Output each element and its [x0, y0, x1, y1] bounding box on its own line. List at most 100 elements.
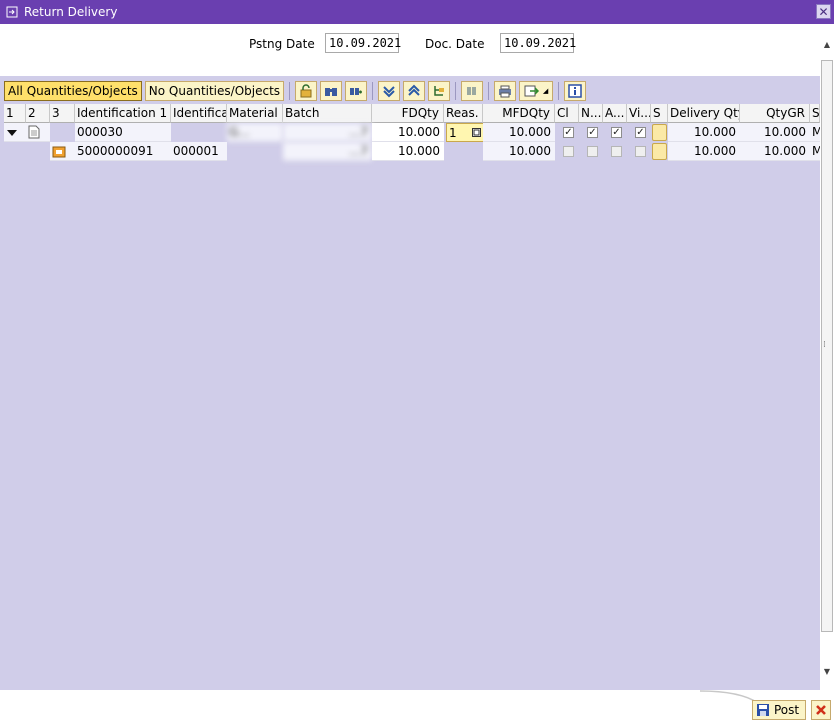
toolbar-separator [455, 82, 457, 100]
post-button-label: Post [774, 703, 800, 717]
doc-date-input[interactable]: 10.09.2021 [500, 33, 576, 53]
scroll-down-icon[interactable]: ▼ [822, 667, 832, 677]
date-header: Pstng Date 10.09.2021 Doc. Date 10.09.20… [0, 24, 820, 76]
close-window-button[interactable]: ✕ [816, 4, 831, 19]
toolbar-separator [488, 82, 490, 100]
batch-cell: ...7 [283, 142, 372, 161]
cl-checkbox[interactable] [563, 146, 574, 157]
expand-node-button[interactable] [4, 123, 26, 142]
footer-bar: Post [0, 690, 834, 722]
col-header-s2[interactable]: S [810, 104, 820, 123]
filter-button[interactable] [461, 81, 484, 101]
window-title: Return Delivery [24, 5, 118, 19]
hierarchy-icon [434, 86, 445, 96]
col-header-vi[interactable]: Vi... [627, 104, 651, 123]
posting-date-input[interactable]: 10.09.2021 [325, 33, 401, 53]
material-document-icon [52, 146, 66, 158]
a-checkbox[interactable] [611, 146, 622, 157]
cl-checkbox[interactable]: ✓ [563, 127, 574, 138]
toolbar-separator [289, 82, 291, 100]
export-icon [524, 85, 539, 97]
col-header-qtygr[interactable]: QtyGR [740, 104, 810, 123]
collapse-all-icon [408, 84, 420, 96]
triangle-down-icon [7, 130, 17, 136]
delivery-qty-cell: 10.000 [668, 123, 740, 142]
posting-date-label: Pstng Date [249, 37, 315, 51]
toolbar-separator [558, 82, 560, 100]
status-button[interactable] [652, 124, 667, 141]
col-header-material[interactable]: Material [227, 104, 283, 123]
col-header-mfdqty[interactable]: MFDQty [483, 104, 555, 123]
post-button[interactable]: Post [752, 700, 806, 720]
material-cell: G... [227, 123, 283, 142]
return-delivery-icon [6, 6, 18, 18]
s2-cell: M [810, 142, 820, 161]
value-help-icon[interactable] [472, 128, 481, 137]
identification1-cell: 5000000091 [75, 142, 171, 161]
n-checkbox[interactable] [587, 146, 598, 157]
col-header-3[interactable]: 3 [50, 104, 75, 123]
qtygr-cell: 10.000 [740, 142, 810, 161]
dropdown-arrow-icon: ◢ [542, 87, 549, 95]
vi-checkbox[interactable]: ✓ [635, 127, 646, 138]
col-header-2[interactable]: 2 [26, 104, 50, 123]
fdqty-input[interactable]: 10.000 [372, 123, 444, 142]
grid-toolbar: All Quantities/Objects No Quantities/Obj… [4, 80, 587, 102]
table-row[interactable]: 000030 G... ...7 10.000 1 10.000 ✓ ✓ ✓ ✓… [4, 123, 820, 142]
doc-date-label: Doc. Date [425, 37, 485, 51]
collapse-all-button[interactable] [403, 81, 426, 101]
reason-input[interactable]: 1 [446, 123, 484, 142]
no-quantities-button[interactable]: No Quantities/Objects [144, 81, 285, 101]
col-header-s[interactable]: S [651, 104, 668, 123]
identification2-cell: 000001 [171, 142, 227, 161]
col-header-reason[interactable]: Reas. [444, 104, 483, 123]
n-checkbox[interactable]: ✓ [587, 127, 598, 138]
qtygr-cell: 10.000 [740, 123, 810, 142]
main-area: All Quantities/Objects No Quantities/Obj… [0, 76, 820, 690]
status-button[interactable] [652, 143, 667, 160]
scroll-grip-icon: ⁞ [823, 340, 826, 350]
grid-header-row: 1 2 3 Identification 1 Identifica Materi… [4, 104, 820, 123]
document-cell [26, 123, 50, 142]
col-header-delivery-qty[interactable]: Delivery Qty [668, 104, 740, 123]
expand-all-button[interactable] [378, 81, 401, 101]
footer-curve-decoration [700, 690, 759, 704]
batch-cell: ...7 [283, 123, 372, 142]
hierarchy-button[interactable] [428, 81, 451, 101]
expand-all-icon [383, 86, 395, 98]
col-header-1[interactable]: 1 [4, 104, 26, 123]
delivery-qty-cell: 10.000 [668, 142, 740, 161]
print-button[interactable] [494, 81, 517, 101]
binoculars-icon [325, 88, 338, 96]
find-button[interactable] [320, 81, 343, 101]
vi-checkbox[interactable] [635, 146, 646, 157]
all-quantities-button[interactable]: All Quantities/Objects [4, 81, 142, 101]
table-row[interactable]: 5000000091 000001 ...7 10.000 10.000 10.… [4, 142, 820, 161]
col-header-n[interactable]: N... [579, 104, 603, 123]
col-header-a[interactable]: A... [603, 104, 627, 123]
window-titlebar: Return Delivery ✕ [0, 0, 834, 24]
cancel-icon [816, 705, 826, 715]
col-header-cl[interactable]: Cl [555, 104, 579, 123]
a-checkbox[interactable]: ✓ [611, 127, 622, 138]
reason-value: 1 [449, 126, 457, 140]
col-header-identification2[interactable]: Identifica [171, 104, 227, 123]
find-next-button[interactable] [345, 81, 368, 101]
export-button[interactable]: ◢ [519, 81, 554, 101]
material-doc-cell [50, 142, 75, 161]
fdqty-input[interactable]: 10.000 [372, 142, 444, 161]
col-header-fdqty[interactable]: FDQty [372, 104, 444, 123]
cancel-button[interactable] [811, 700, 831, 720]
filter-icon [467, 87, 477, 95]
col-header-identification1[interactable]: Identification 1 [75, 104, 171, 123]
lock-unlock-button[interactable] [295, 81, 318, 101]
identification1-cell: 000030 [75, 123, 171, 142]
document-icon [28, 125, 40, 139]
printer-icon [499, 85, 512, 98]
scroll-up-icon[interactable]: ▲ [822, 40, 832, 50]
vertical-scrollbar[interactable]: ▲ ⁞ ▼ [820, 24, 834, 690]
info-button[interactable] [564, 81, 587, 101]
s2-cell: M [810, 123, 820, 142]
col-header-batch[interactable]: Batch [283, 104, 372, 123]
lock-icon [300, 84, 312, 98]
